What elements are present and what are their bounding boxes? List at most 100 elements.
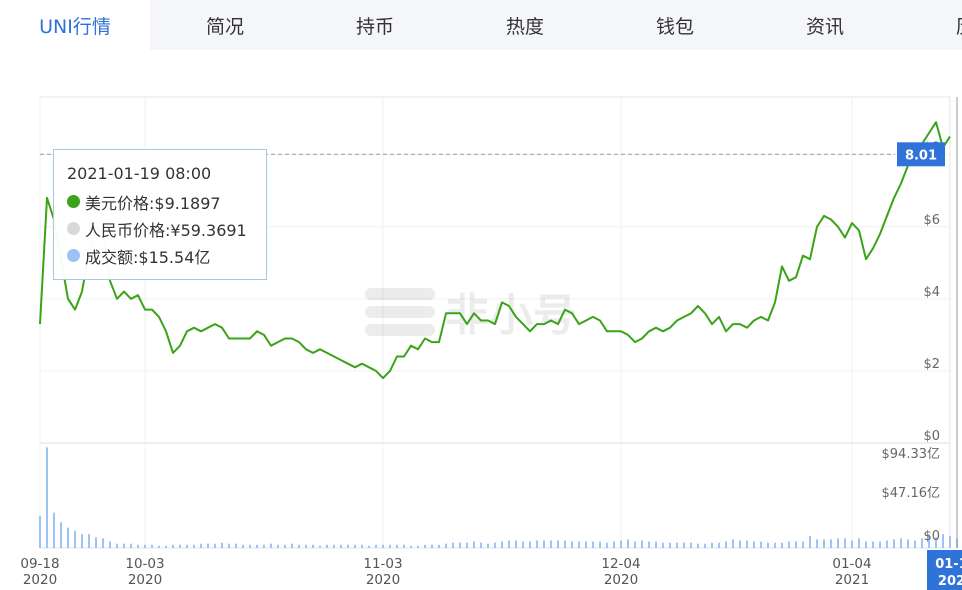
volume-bar bbox=[277, 544, 279, 548]
volume-bar bbox=[578, 541, 580, 548]
volume-bar bbox=[466, 542, 468, 548]
volume-bar bbox=[88, 534, 90, 548]
volume-bar bbox=[452, 542, 454, 548]
volume-bar bbox=[410, 545, 412, 548]
volume-bar bbox=[760, 541, 762, 548]
volume-bar bbox=[417, 545, 419, 548]
x-tick-date: 12-04 bbox=[601, 556, 640, 572]
x-tick-date: 11-03 bbox=[363, 556, 402, 572]
volume-bar bbox=[487, 543, 489, 548]
volume-bar bbox=[886, 540, 888, 548]
volume-bar bbox=[228, 543, 230, 548]
volume-bar bbox=[102, 538, 104, 548]
volume-bar bbox=[634, 541, 636, 548]
watermark-logo-bar bbox=[365, 306, 435, 318]
volume-bar bbox=[81, 534, 83, 548]
y-tick-label: $6 bbox=[923, 213, 940, 228]
volume-bar bbox=[641, 540, 643, 548]
volume-bar bbox=[256, 544, 258, 548]
volume-bar bbox=[214, 543, 216, 548]
volume-bar bbox=[389, 544, 391, 548]
volume-dot-icon bbox=[67, 249, 80, 262]
volume-bar bbox=[501, 541, 503, 548]
selected-date-label: 01-19 bbox=[935, 557, 962, 572]
volume-bar bbox=[284, 544, 286, 548]
volume-bar bbox=[53, 512, 55, 548]
volume-bar bbox=[200, 543, 202, 548]
volume-bar bbox=[606, 542, 608, 548]
volume-bar bbox=[249, 544, 251, 548]
volume-bar bbox=[431, 544, 433, 548]
volume-bar bbox=[172, 544, 174, 548]
volume-bar bbox=[522, 541, 524, 548]
tooltip-cny-price: 人民币价格:¥59.3691 bbox=[85, 220, 247, 240]
watermark: 非小号 bbox=[365, 288, 577, 341]
volume-bar bbox=[844, 538, 846, 548]
volume-bar bbox=[816, 539, 818, 548]
volume-bar bbox=[900, 538, 902, 548]
volume-bar bbox=[193, 544, 195, 548]
volume-tick-label: $47.16亿 bbox=[882, 486, 941, 501]
volume-bar bbox=[438, 544, 440, 548]
watermark-text: 非小号 bbox=[445, 290, 577, 341]
volume-bar bbox=[872, 541, 874, 548]
volume-bar bbox=[137, 544, 139, 548]
volume-bar bbox=[851, 540, 853, 548]
data-tooltip: 2021-01-19 08:00 美元价格:$9.1897 人民币价格:¥59.… bbox=[53, 149, 267, 280]
volume-bar bbox=[830, 539, 832, 548]
volume-bar bbox=[613, 541, 615, 548]
usd-dot-icon bbox=[67, 195, 80, 208]
selected-year-label: 2021 bbox=[938, 574, 962, 589]
volume-bar bbox=[291, 543, 293, 548]
volume-bar bbox=[914, 540, 916, 548]
volume-bar bbox=[802, 541, 804, 548]
volume-bar bbox=[116, 543, 118, 548]
volume-bar bbox=[67, 527, 69, 548]
volume-bar bbox=[753, 541, 755, 548]
volume-bar bbox=[508, 540, 510, 548]
volume-bar bbox=[592, 541, 594, 548]
volume-bar bbox=[704, 543, 706, 548]
volume-bar bbox=[445, 543, 447, 548]
cny-dot-icon bbox=[67, 222, 80, 235]
volume-bar bbox=[571, 541, 573, 548]
volume-tick-label: $94.33亿 bbox=[882, 447, 941, 462]
volume-bar bbox=[375, 544, 377, 548]
volume-bar bbox=[949, 536, 951, 548]
volume-bar bbox=[543, 540, 545, 548]
volume-bar bbox=[263, 544, 265, 548]
volume-bar bbox=[494, 542, 496, 548]
volume-bar bbox=[536, 540, 538, 548]
volume-bar bbox=[221, 542, 223, 548]
volume-bar bbox=[95, 537, 97, 548]
volume-bar bbox=[907, 539, 909, 548]
volume-bar bbox=[165, 545, 167, 548]
volume-bar bbox=[312, 544, 314, 548]
volume-bar bbox=[396, 544, 398, 548]
x-tick-date: 10-03 bbox=[125, 556, 164, 572]
volume-bar bbox=[298, 544, 300, 548]
watermark-logo-bar bbox=[365, 324, 435, 336]
price-badge-label: 8.01 bbox=[905, 148, 937, 163]
volume-bar bbox=[767, 542, 769, 548]
volume-bar bbox=[732, 539, 734, 548]
volume-bar bbox=[627, 539, 629, 548]
x-tick-year: 2020 bbox=[23, 572, 57, 588]
volume-bar bbox=[774, 542, 776, 548]
x-tick-year: 2021 bbox=[835, 572, 869, 588]
price-chart: 非小号 $0$2$4$6$8$94.33亿$47.16亿$009-1820201… bbox=[20, 96, 962, 590]
volume-bar bbox=[242, 544, 244, 548]
volume-bar bbox=[865, 541, 867, 548]
volume-bar bbox=[739, 540, 741, 548]
volume-bar bbox=[151, 544, 153, 548]
watermark-logo bbox=[365, 288, 435, 336]
volume-bar bbox=[550, 540, 552, 548]
volume-bar bbox=[676, 542, 678, 548]
volume-bar bbox=[795, 541, 797, 548]
volume-bar bbox=[179, 544, 181, 548]
tooltip-volume: 成交额:$15.54亿 bbox=[85, 247, 211, 267]
volume-bar bbox=[403, 544, 405, 548]
volume-tick-label: $0 bbox=[923, 529, 940, 544]
volume-bar bbox=[123, 543, 125, 548]
volume-bar bbox=[942, 534, 944, 548]
